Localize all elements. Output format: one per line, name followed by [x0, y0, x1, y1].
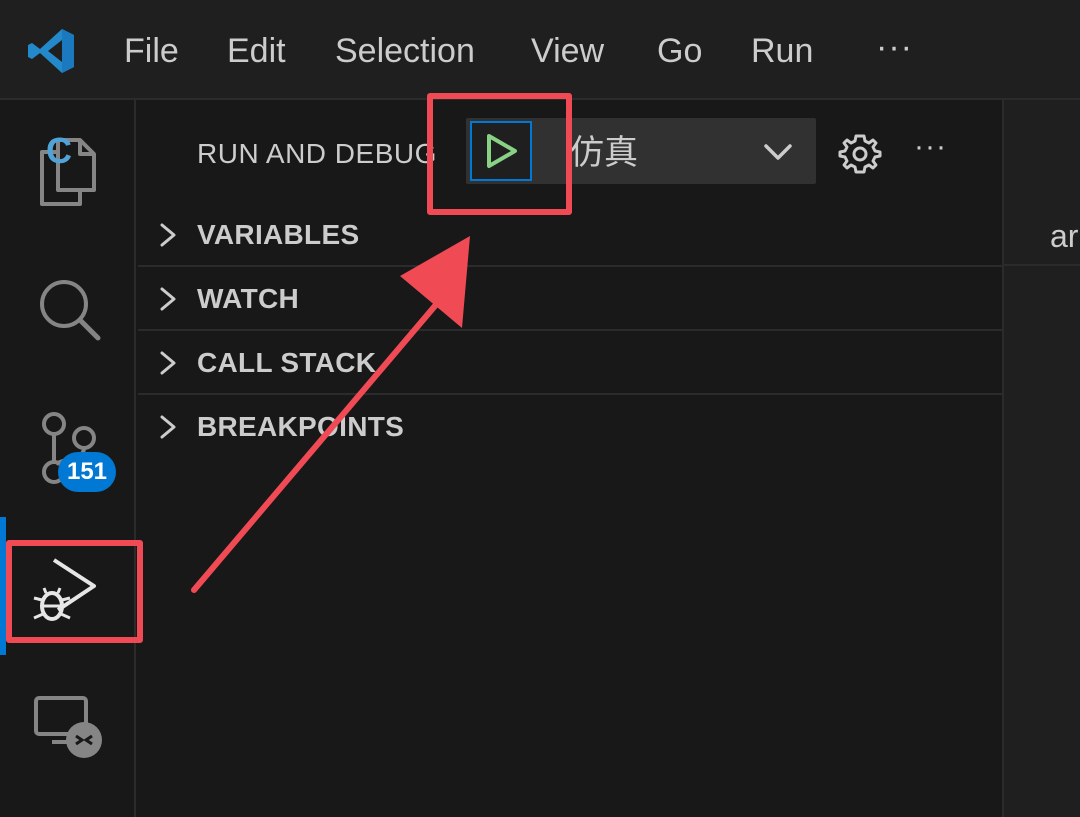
menu-go[interactable]: Go	[657, 28, 702, 74]
search-icon[interactable]	[30, 270, 110, 350]
title-bar: File Edit Selection View Go Run ···	[0, 0, 1080, 100]
section-label: WATCH	[197, 283, 300, 314]
menu-run[interactable]: Run	[751, 28, 813, 74]
breadcrumb-text: ar	[1050, 218, 1079, 254]
chevron-right-icon	[160, 415, 176, 439]
editor-tab[interactable]: C	[46, 130, 72, 172]
section-label: VARIABLES	[197, 219, 360, 250]
highlight-box-start-button	[427, 93, 572, 215]
section-label: BREAKPOINTS	[197, 411, 405, 442]
source-control-badge: 151	[58, 452, 116, 492]
chevron-right-icon	[160, 287, 176, 311]
section-label: CALL STACK	[197, 347, 377, 378]
remote-explorer-icon[interactable]	[30, 690, 110, 770]
chevron-right-icon	[160, 351, 176, 375]
chevron-right-icon	[160, 223, 176, 247]
debug-config-label[interactable]: 仿真	[570, 130, 638, 176]
highlight-box-run-debug	[6, 540, 143, 643]
gear-icon[interactable]	[836, 130, 884, 178]
sidebar-title: RUN AND DEBUG	[197, 138, 437, 169]
vscode-logo-icon	[28, 29, 74, 73]
menu-view[interactable]: View	[531, 28, 604, 74]
menu-selection[interactable]: Selection	[335, 28, 475, 74]
section-watch[interactable]: WATCH	[138, 267, 1002, 331]
menu-more-button[interactable]: ···	[876, 28, 913, 74]
chevron-down-icon[interactable]	[760, 138, 796, 168]
more-actions-button[interactable]: ···	[914, 124, 947, 170]
menu-edit[interactable]: Edit	[227, 28, 286, 74]
section-call-stack[interactable]: CALL STACK	[138, 331, 1002, 395]
section-breakpoints[interactable]: BREAKPOINTS	[138, 395, 1002, 459]
menu-file[interactable]: File	[124, 28, 179, 74]
